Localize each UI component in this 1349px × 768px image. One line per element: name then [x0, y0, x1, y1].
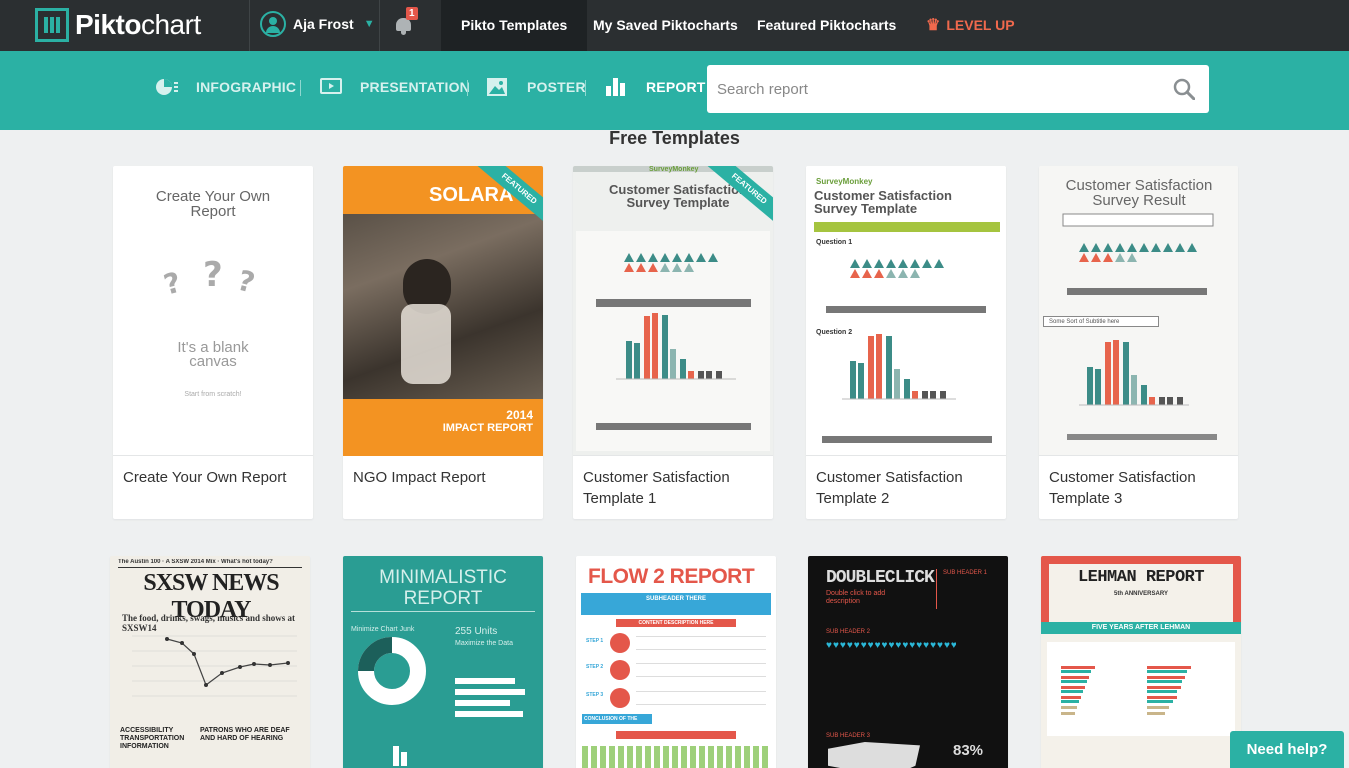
template-card-lehman-report[interactable]: LEHMAN REPORT 5th ANNIVERSARY FIVE YEARS…	[1041, 556, 1241, 768]
template-thumbnail: SurveyMonkey Customer Satisfaction Surve…	[806, 166, 1006, 456]
template-thumbnail: SOLARA 2014 IMPACT REPORT FEATURED	[343, 166, 543, 456]
search-box	[707, 65, 1209, 113]
template-card-customer-satisfaction-2[interactable]: SurveyMonkey Customer Satisfaction Surve…	[806, 166, 1006, 519]
category-poster[interactable]: POSTER	[487, 78, 586, 96]
search-input[interactable]	[717, 77, 1157, 101]
category-report[interactable]: REPORT	[606, 78, 706, 96]
piktochart-logo[interactable]: Piktochart	[35, 7, 201, 43]
survey-chart	[1062, 213, 1217, 440]
search-icon[interactable]	[1173, 78, 1196, 101]
bar-chart	[1047, 642, 1235, 736]
svg-text:?: ?	[161, 266, 184, 300]
bell-clapper	[401, 31, 406, 35]
thumb-title: Customer Satisfaction Survey Result	[1065, 177, 1213, 209]
chevron-down-icon: ▼	[363, 18, 375, 30]
divider	[249, 0, 250, 51]
report-icon	[606, 78, 628, 96]
svg-text:?: ?	[234, 264, 258, 300]
template-card-flow-2-report[interactable]: FLOW 2 REPORT SUBHEADER THERE CONTENT DE…	[576, 556, 776, 768]
thumb-title: MINIMALISTIC REPORT	[379, 567, 507, 609]
card-label: Customer Satisfaction Template 2	[816, 469, 963, 507]
template-card-create-your-own[interactable]: Create Your Own Report ??? It's a blank …	[113, 166, 313, 519]
card-label: Customer Satisfaction Template 3	[1049, 469, 1196, 507]
blank-canvas-text: It's a blank canvas	[177, 339, 249, 370]
category-presentation[interactable]: PRESENTATION	[320, 78, 470, 96]
divider	[585, 80, 586, 96]
surveymonkey-logo: SurveyMonkey	[649, 166, 699, 173]
template-thumbnail: SurveyMonkey Customer Satisfaction Surve…	[573, 166, 773, 456]
question-marks-icon: ???	[160, 255, 271, 302]
green-bar	[814, 222, 1000, 232]
card-label: Create Your Own Report	[123, 469, 287, 486]
infographic-icon	[156, 78, 178, 96]
nav-my-saved-piktocharts[interactable]: My Saved Piktocharts	[573, 0, 758, 51]
svg-text:?: ?	[203, 260, 223, 295]
category-infographic[interactable]: INFOGRAPHIC	[156, 78, 296, 96]
notification-badge: 1	[406, 7, 418, 20]
section-title: Free Templates	[609, 128, 740, 148]
template-card-customer-satisfaction-1[interactable]: SurveyMonkey Customer Satisfaction Surve…	[573, 166, 773, 519]
thumb-title: FLOW 2 REPORT	[588, 565, 755, 588]
notifications-button[interactable]: 1	[394, 7, 418, 38]
thumb-title: Customer Satisfaction Survey Template	[814, 188, 952, 216]
user-menu[interactable]: Aja Frost ▼	[260, 11, 375, 37]
user-name: Aja Frost	[293, 16, 354, 32]
thumb-title: SOLARA	[429, 184, 514, 206]
heart-grid: ♥♥♥♥♥♥♥♥♥♥♥♥♥♥♥♥♥♥♥♥♥♥♥♥♥♥♥♥♥♥♥♥♥♥♥♥♥♥♥♥…	[826, 640, 956, 651]
template-card-doubleclick[interactable]: DOUBLECLICK Double click to add descript…	[808, 556, 1008, 768]
logo-icon	[35, 8, 69, 42]
logo-text: Piktochart	[75, 9, 201, 40]
template-card-minimalistic-report[interactable]: MINIMALISTIC REPORT Minimize Chart Junk …	[343, 556, 543, 768]
child-photo	[343, 214, 543, 399]
divider	[300, 80, 301, 96]
survey-chart	[822, 259, 992, 443]
user-avatar-icon	[260, 11, 286, 37]
poster-icon	[487, 78, 509, 96]
template-thumbnail: Create Your Own Report ??? It's a blank …	[113, 166, 313, 456]
donut-chart	[358, 637, 426, 705]
need-help-button[interactable]: Need help?	[1230, 731, 1344, 768]
survey-chart	[576, 231, 770, 451]
card-label: Customer Satisfaction Template 1	[583, 469, 730, 507]
template-card-customer-satisfaction-3[interactable]: Customer Satisfaction Survey Result Some…	[1039, 166, 1238, 519]
nav-pikto-templates[interactable]: Pikto Templates	[441, 0, 588, 51]
level-up-link[interactable]: ♛ LEVEL UP	[906, 0, 1035, 51]
thumb-title: LEHMAN REPORT	[1077, 568, 1205, 587]
card-label: NGO Impact Report	[353, 469, 486, 486]
category-bar: INFOGRAPHIC PRESENTATION POSTER REPORT	[0, 51, 1349, 130]
template-card-sxsw-news[interactable]: The Austin 100 · A SXSW 2014 Mix · What'…	[110, 556, 310, 768]
nav-featured-piktocharts[interactable]: Featured Piktocharts	[737, 0, 916, 51]
thumb-subtitle: 2014 IMPACT REPORT	[442, 408, 533, 435]
line-chart	[132, 635, 297, 697]
divider	[379, 0, 380, 51]
template-thumbnail: Customer Satisfaction Survey Result Some…	[1039, 166, 1238, 456]
thumb-title: Create Your Own Report	[155, 188, 271, 220]
template-card-ngo-impact-report[interactable]: SOLARA 2014 IMPACT REPORT FEATURED NGO I…	[343, 166, 543, 519]
presentation-icon	[320, 78, 342, 96]
crown-icon: ♛	[926, 17, 941, 34]
divider	[467, 80, 468, 96]
start-scratch-text: Start from scratch!	[184, 391, 242, 398]
top-navbar: Piktochart Aja Frost ▼ 1 Pikto Templates…	[0, 0, 1349, 51]
thumb-title: DOUBLECLICK	[826, 568, 935, 588]
question-label: Question 1	[816, 239, 853, 246]
surveymonkey-logo: SurveyMonkey	[816, 177, 873, 186]
